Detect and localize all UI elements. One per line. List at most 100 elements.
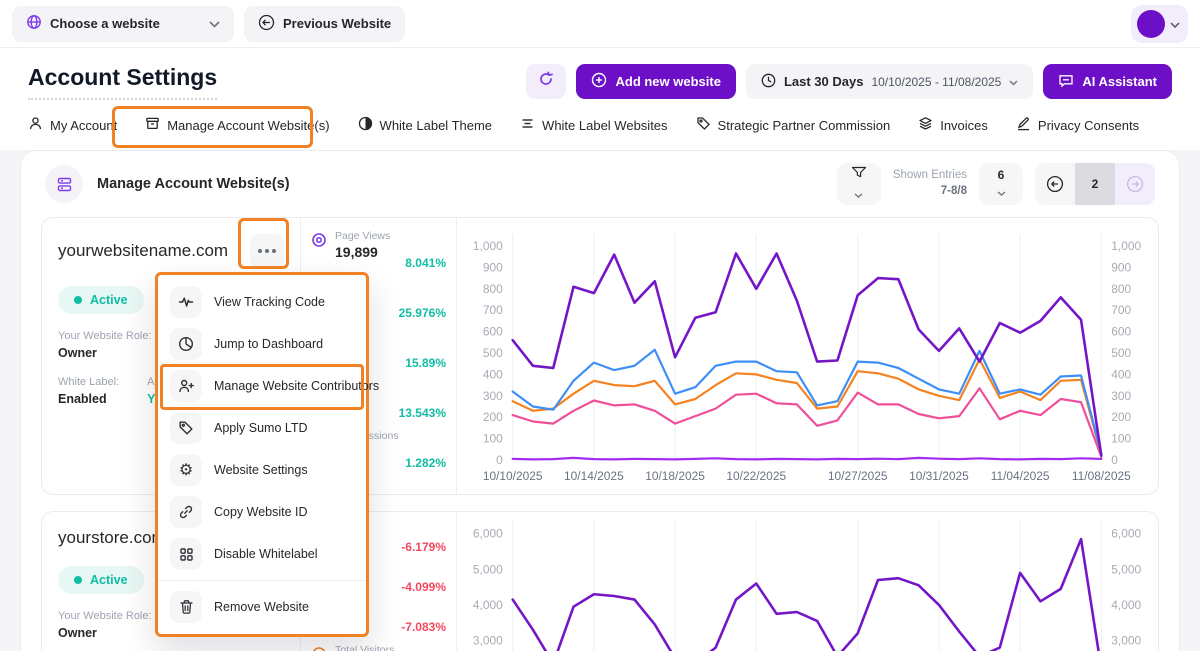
refresh-button[interactable] xyxy=(526,64,566,99)
tab-label: White Label Websites xyxy=(542,118,668,133)
svg-text:500: 500 xyxy=(483,346,503,360)
white-label-label: White Label: xyxy=(58,376,119,388)
svg-text:600: 600 xyxy=(1111,325,1131,339)
menu-item-disable-whitelabel[interactable]: Disable Whitelabel xyxy=(158,533,366,575)
previous-website-label: Previous Website xyxy=(283,16,391,31)
stat-delta: 8.041% xyxy=(405,256,446,270)
menu-item-label: Remove Website xyxy=(214,600,309,614)
tab-white-label-theme[interactable]: White Label Theme xyxy=(358,116,493,134)
svg-text:4,000: 4,000 xyxy=(1111,598,1141,612)
menu-item-manage-website-contributors[interactable]: Manage Website Contributors xyxy=(158,365,366,407)
panel-header: Manage Account Website(s) Shown Entries … xyxy=(21,151,1179,217)
menu-item-copy-website-id[interactable]: Copy Website ID xyxy=(158,491,366,533)
svg-text:10/10/2025: 10/10/2025 xyxy=(483,469,543,483)
tab-manage-account-websites[interactable]: Manage Account Website(s) xyxy=(145,116,329,134)
tag-icon xyxy=(170,412,202,444)
website-1-chart: 10/10/202510/14/202510/18/202510/22/2025… xyxy=(457,218,1158,494)
role-label: Your Website Role: xyxy=(58,610,152,622)
globe-icon xyxy=(26,14,42,33)
svg-text:5,000: 5,000 xyxy=(1111,562,1141,576)
pulse-icon xyxy=(170,286,202,318)
settings-tabs: My Account Manage Account Website(s) Whi… xyxy=(0,106,1200,148)
tab-white-label-websites[interactable]: White Label Websites xyxy=(520,116,668,134)
user-plus-icon xyxy=(170,370,202,402)
pen-icon xyxy=(1016,116,1031,134)
user-menu[interactable] xyxy=(1131,5,1188,43)
date-range-value: 10/10/2025 - 11/08/2025 xyxy=(871,75,1001,89)
svg-text:300: 300 xyxy=(483,389,503,403)
tab-invoices[interactable]: Invoices xyxy=(918,116,988,134)
line-chart: 3,0003,0004,0004,0005,0005,0006,0006,000 xyxy=(457,512,1158,651)
avatar xyxy=(1137,10,1165,38)
menu-item-label: Apply Sumo LTD xyxy=(214,421,308,435)
current-page[interactable]: 2 xyxy=(1075,163,1115,205)
svg-text:700: 700 xyxy=(1111,303,1131,317)
svg-text:900: 900 xyxy=(1111,260,1131,274)
status-badge: Active xyxy=(58,566,144,594)
tab-label: Strategic Partner Commission xyxy=(718,118,891,133)
archive-box-icon xyxy=(145,116,160,134)
date-range-button[interactable]: Last 30 Days 10/10/2025 - 11/08/2025 xyxy=(746,64,1033,99)
layers-icon xyxy=(918,116,933,134)
per-page-value: 6 xyxy=(998,168,1005,182)
menu-item-view-tracking-code[interactable]: View Tracking Code xyxy=(158,281,366,323)
menu-item-label: Jump to Dashboard xyxy=(214,337,323,351)
chevron-down-icon xyxy=(209,16,220,31)
svg-text:1,000: 1,000 xyxy=(473,239,503,253)
menu-item-website-settings[interactable]: ⚙ Website Settings xyxy=(158,449,366,491)
choose-website-select[interactable]: Choose a website xyxy=(12,6,234,42)
website-1-actions-button[interactable] xyxy=(250,234,284,268)
date-range-label: Last 30 Days xyxy=(784,74,864,89)
add-new-website-label: Add new website xyxy=(615,74,720,89)
per-page-select[interactable]: 6 xyxy=(979,163,1023,205)
menu-item-label: Website Settings xyxy=(214,463,308,477)
chevron-down-icon xyxy=(997,183,1006,201)
top-bar: Choose a website Previous Website xyxy=(0,0,1200,48)
status-label: Active xyxy=(90,293,128,307)
svg-text:100: 100 xyxy=(483,432,503,446)
plus-circle-icon xyxy=(591,72,607,91)
svg-text:4,000: 4,000 xyxy=(473,598,503,612)
menu-item-jump-to-dashboard[interactable]: Jump to Dashboard xyxy=(158,323,366,365)
svg-text:6,000: 6,000 xyxy=(1111,527,1141,541)
menu-item-apply-sumo-ltd[interactable]: Apply Sumo LTD xyxy=(158,407,366,449)
add-new-website-button[interactable]: Add new website xyxy=(576,64,735,99)
menu-item-label: Disable Whitelabel xyxy=(214,547,318,561)
menu-item-remove-website[interactable]: Remove Website xyxy=(158,586,366,628)
contrast-icon xyxy=(358,116,373,134)
stat-page-views: Page Views 19,899 8.041% xyxy=(311,228,446,278)
status-dot xyxy=(74,296,82,304)
filter-button[interactable] xyxy=(837,163,881,205)
white-label-value: Enabled xyxy=(58,392,119,406)
line-chart: 10/10/202510/14/202510/18/202510/22/2025… xyxy=(457,218,1158,494)
svg-text:900: 900 xyxy=(483,260,503,274)
refresh-icon xyxy=(538,71,554,92)
next-page-button[interactable] xyxy=(1115,163,1155,205)
svg-text:600: 600 xyxy=(483,325,503,339)
svg-text:100: 100 xyxy=(1111,432,1131,446)
svg-text:800: 800 xyxy=(1111,282,1131,296)
panel-controls: Shown Entries 7-8/8 6 2 xyxy=(837,163,1155,205)
svg-text:3,000: 3,000 xyxy=(473,633,503,647)
status-dot xyxy=(74,576,82,584)
pie-chart-icon xyxy=(170,328,202,360)
svg-text:800: 800 xyxy=(483,282,503,296)
tab-strategic-partner-commission[interactable]: Strategic Partner Commission xyxy=(696,116,891,134)
status-badge: Active xyxy=(58,286,144,314)
previous-website-button[interactable]: Previous Website xyxy=(244,6,405,42)
choose-website-label: Choose a website xyxy=(50,16,160,31)
tab-privacy-consents[interactable]: Privacy Consents xyxy=(1016,116,1139,134)
svg-text:11/08/2025: 11/08/2025 xyxy=(1072,469,1131,483)
ai-assistant-button[interactable]: AI Assistant xyxy=(1043,64,1172,99)
clock-icon xyxy=(761,73,776,91)
tab-my-account[interactable]: My Account xyxy=(28,116,117,134)
stat-delta: -4.099% xyxy=(401,580,446,594)
menu-divider xyxy=(158,580,366,581)
role-label: Your Website Role: xyxy=(58,330,152,342)
svg-text:300: 300 xyxy=(1111,389,1131,403)
chevron-down-icon xyxy=(854,185,863,203)
previous-page-button[interactable] xyxy=(1035,163,1075,205)
svg-text:400: 400 xyxy=(483,367,503,381)
tab-label: My Account xyxy=(50,118,117,133)
shown-entries-value: 7-8/8 xyxy=(941,185,967,197)
